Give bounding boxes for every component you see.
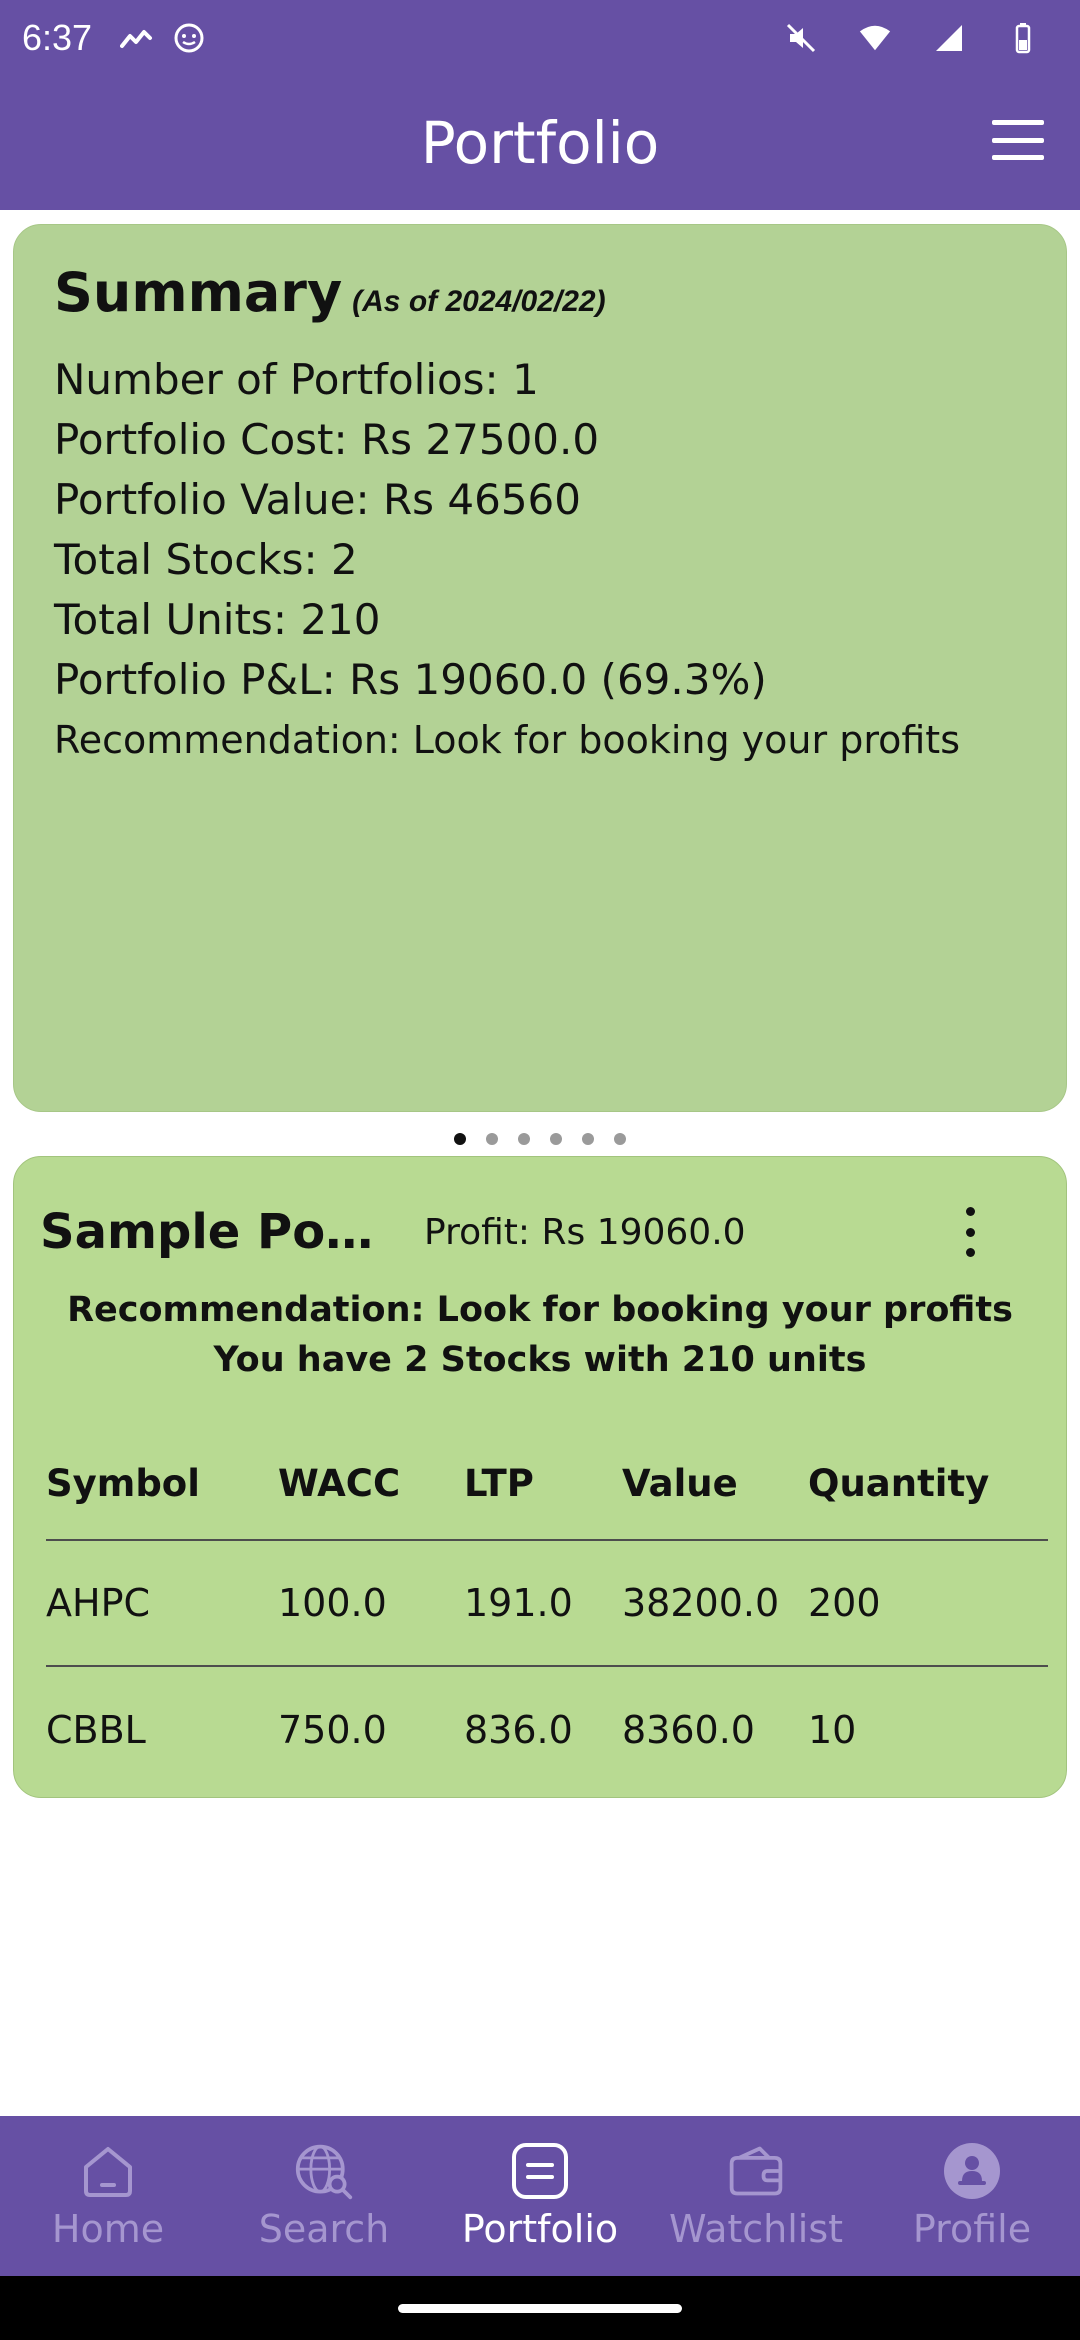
page-title: Portfolio [420, 109, 660, 177]
cell-symbol: AHPC [46, 1581, 151, 1625]
portfolio-name: Sample Portf... [40, 1204, 390, 1260]
hamburger-menu-icon[interactable] [992, 120, 1044, 160]
pager-indicator [0, 1133, 1080, 1145]
cell-value: 38200.0 [622, 1581, 780, 1625]
summary-recommendation: Recommendation: Look for booking your pr… [54, 718, 960, 762]
cell-quantity: 10 [808, 1708, 857, 1752]
bottom-navigation: Home Search Portfolio Watchlist Profile [0, 2116, 1080, 2276]
nav-item-search[interactable]: Search [216, 2116, 432, 2276]
cell-ltp: 836.0 [464, 1708, 573, 1752]
summary-portfolio-value: Portfolio Value: Rs 46560 [54, 475, 581, 524]
app-bar: Portfolio [0, 76, 1080, 210]
more-options-icon[interactable] [960, 1207, 980, 1257]
column-header-quantity: Quantity [808, 1461, 990, 1505]
summary-total-units: Total Units: 210 [54, 595, 381, 644]
globe-search-icon [294, 2141, 354, 2201]
battery-icon [1006, 21, 1040, 55]
table-row[interactable]: AHPC 100.0 191.0 38200.0 200 [46, 1541, 1048, 1667]
gesture-navigation-bar [0, 2276, 1080, 2340]
column-header-symbol: Symbol [46, 1461, 200, 1505]
nav-item-portfolio[interactable]: Portfolio [432, 2116, 648, 2276]
cell-quantity: 200 [808, 1581, 881, 1625]
portfolio-card-header: Sample Portf... Profit: Rs 19060.0 [40, 1197, 1040, 1267]
summary-title: Summary [54, 261, 343, 324]
status-bar: 6:37 [0, 0, 1080, 76]
portfolio-recommendation-block: Recommendation: Look for booking your pr… [14, 1285, 1066, 1385]
portfolio-icon [510, 2141, 570, 2201]
summary-as-of-date: (As of 2024/02/22) [352, 285, 606, 318]
summary-number-of-portfolios: Number of Portfolios: 1 [54, 355, 539, 404]
cell-wacc: 750.0 [278, 1708, 387, 1752]
cell-symbol: CBBL [46, 1708, 146, 1752]
table-header-row: Symbol WACC LTP Value Quantity [46, 1427, 1048, 1541]
trend-icon [120, 21, 154, 55]
home-gesture-handle[interactable] [398, 2303, 682, 2313]
nav-label-home: Home [51, 2207, 165, 2251]
summary-card: Summary (As of 2024/02/22) Number of Por… [13, 224, 1067, 1112]
nav-label-search: Search [258, 2207, 390, 2251]
cell-ltp: 191.0 [464, 1581, 573, 1625]
pager-dot[interactable] [582, 1133, 594, 1145]
wallet-icon [726, 2141, 786, 2201]
nav-item-home[interactable]: Home [0, 2116, 216, 2276]
home-icon [78, 2141, 138, 2201]
status-time: 6:37 [22, 17, 93, 58]
portfolio-card[interactable]: Sample Portf... Profit: Rs 19060.0 Recom… [13, 1156, 1067, 1798]
cell-value: 8360.0 [622, 1708, 755, 1752]
cell-wacc: 100.0 [278, 1581, 387, 1625]
nav-label-watchlist: Watchlist [668, 2207, 844, 2251]
pager-dot[interactable] [550, 1133, 562, 1145]
holdings-table: Symbol WACC LTP Value Quantity AHPC 100.… [46, 1427, 1048, 1793]
signal-icon [932, 21, 966, 55]
pager-dot[interactable] [614, 1133, 626, 1145]
wifi-icon [858, 21, 892, 55]
summary-header: Summary (As of 2024/02/22) [54, 261, 1026, 324]
table-row[interactable]: CBBL 750.0 836.0 8360.0 10 [46, 1667, 1048, 1793]
mute-icon [784, 21, 818, 55]
pager-dot[interactable] [454, 1133, 466, 1145]
portfolio-recommendation: Recommendation: Look for booking your pr… [67, 1290, 1013, 1330]
column-header-ltp: LTP [464, 1461, 534, 1505]
nav-item-watchlist[interactable]: Watchlist [648, 2116, 864, 2276]
summary-total-stocks: Total Stocks: 2 [54, 535, 358, 584]
app-notification-icon [172, 21, 206, 55]
summary-portfolio-pnl: Portfolio P&L: Rs 19060.0 (69.3%) [54, 655, 767, 704]
profile-icon [942, 2141, 1002, 2201]
column-header-wacc: WACC [278, 1461, 401, 1505]
pager-dot[interactable] [486, 1133, 498, 1145]
portfolio-stocks-info: You have 2 Stocks with 210 units [213, 1340, 867, 1380]
column-header-value: Value [622, 1461, 738, 1505]
portfolio-profit: Profit: Rs 19060.0 [424, 1211, 746, 1253]
nav-item-profile[interactable]: Profile [864, 2116, 1080, 2276]
nav-label-portfolio: Portfolio [461, 2207, 619, 2251]
pager-dot[interactable] [518, 1133, 530, 1145]
nav-label-profile: Profile [912, 2207, 1032, 2251]
summary-portfolio-cost: Portfolio Cost: Rs 27500.0 [54, 415, 600, 464]
